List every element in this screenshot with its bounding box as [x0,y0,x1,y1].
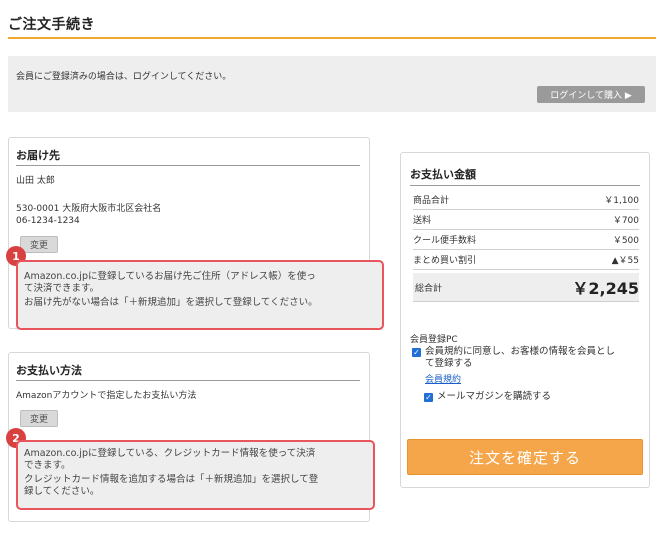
newsletter-label: メールマガジンを購読する [437,391,552,402]
payment-amount-title: お支払い金額 [410,168,476,181]
page-title: ご注文手続き [8,17,95,33]
shipping-fee-value: ￥700 [612,216,639,226]
title-divider [8,37,656,39]
payment-callout-line-2: できます。 [24,460,71,471]
login-banner [8,56,656,112]
login-message: 会員にご登録済みの場合は、ログインしてください。 [16,72,232,82]
shipping-callout-line-2: て決済できます。 [24,283,100,294]
terms-link[interactable]: 会員規約 [425,372,461,385]
subtotal-label: 商品合計 [413,196,450,206]
subtotal-value: ￥1,100 [604,196,639,206]
shipping-address: 530-0001 大阪府大阪市北区会社名 [16,204,162,214]
membership-title: 会員登録PC [410,335,458,345]
agree-label-line-1: 会員規約に同意し、お客様の情報を会員とし [425,346,616,357]
bulk-discount-row: まとめ買い割引 ▲￥55 [413,250,639,270]
agree-label-line-2: て登録する [425,358,473,369]
agree-checkbox[interactable]: ✓ [412,348,421,357]
shipping-phone: 06-1234-1234 [16,216,80,226]
cool-fee-row: クール便手数料 ￥500 [413,230,639,250]
payment-method-title: お支払い方法 [16,364,82,377]
payment-method-description: Amazonアカウントで指定したお支払い方法 [16,391,197,401]
grand-total-row: 総合計 ￥2,245 [413,273,639,302]
bulk-discount-value: ▲￥55 [611,256,639,266]
shipping-change-button[interactable]: 変更 [20,236,58,253]
payment-callout-line-3: クレジットカード情報を追加する場合は「＋新規追加」を選択して登 [24,474,319,485]
payment-callout-line-4: 録してください。 [24,486,100,497]
payment-method-divider [16,380,360,381]
grand-total-label: 総合計 [415,283,443,294]
bulk-discount-label: まとめ買い割引 [413,256,477,266]
grand-total-value: ￥2,245 [572,279,639,298]
payment-callout-line-1: Amazon.co.jpに登録している、クレジットカード情報を使って決済 [24,448,316,459]
payment-amount-divider [410,185,640,186]
shipping-callout-line-1: Amazon.co.jpに登録しているお届け先ご住所（アドレス帳）を使っ [24,271,316,282]
shipping-callout-line-3: お届け先がない場合は「＋新規追加」を選択して登録してください。 [24,297,318,308]
recipient-name: 山田 太郎 [16,176,55,186]
confirm-order-button[interactable]: 注文を確定する [407,439,643,475]
subtotal-row: 商品合計 ￥1,100 [413,190,639,210]
newsletter-checkbox[interactable]: ✓ [424,393,433,402]
login-purchase-button[interactable]: ログインして購入 ▶ [537,86,645,103]
shipping-fee-row: 送料 ￥700 [413,210,639,230]
payment-change-button[interactable]: 変更 [20,410,58,427]
shipping-divider [16,165,360,166]
shipping-fee-label: 送料 [413,216,432,226]
cool-fee-label: クール便手数料 [413,236,477,246]
shipping-title: お届け先 [16,149,60,162]
cool-fee-value: ￥500 [612,236,639,246]
